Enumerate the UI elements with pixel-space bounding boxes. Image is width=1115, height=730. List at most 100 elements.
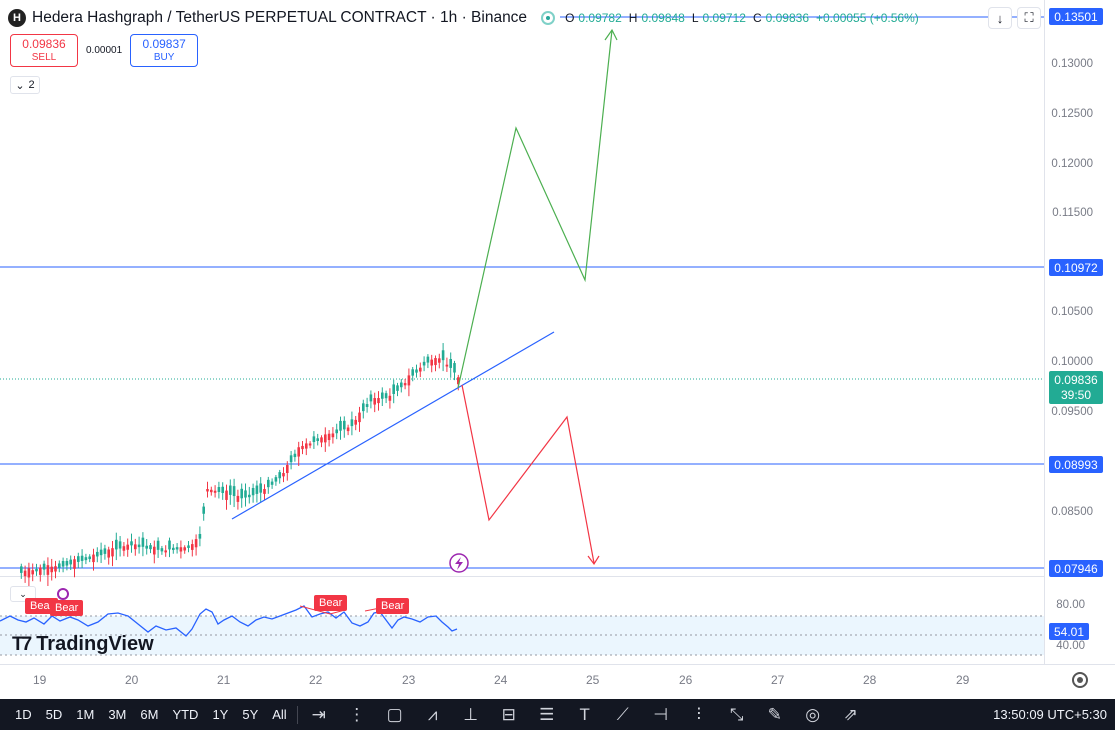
level-tag[interactable]: 0.08993	[1049, 456, 1103, 473]
level-tag[interactable]: 0.13501	[1049, 8, 1103, 25]
range-ytd[interactable]: YTD	[172, 707, 198, 722]
long-position-icon[interactable]: ⊥	[460, 705, 482, 725]
range-all[interactable]: All	[272, 707, 286, 722]
candle-body	[282, 473, 285, 477]
price-tick: 0.13000	[1051, 58, 1093, 70]
range-6m[interactable]: 6M	[140, 707, 158, 722]
price-chart[interactable]	[0, 0, 1115, 699]
trend-line-tool-icon[interactable]: ⟋	[612, 705, 634, 725]
price-tick: 0.11500	[1052, 207, 1093, 219]
settings-gear-icon[interactable]	[1072, 672, 1088, 688]
candle-body	[126, 544, 129, 550]
candle-body	[244, 490, 247, 498]
tradingview-logo[interactable]: T7 TradingView	[12, 633, 154, 656]
price-tick: 0.10500	[1051, 306, 1093, 318]
range-3m[interactable]: 3M	[108, 707, 126, 722]
brush-tool-icon[interactable]: ✎	[764, 705, 786, 725]
candle-body	[61, 560, 65, 567]
ohlc-high-value: 0.09848	[641, 11, 685, 25]
bullish-projection-path	[457, 29, 613, 389]
fib-tool-icon[interactable]: ☰	[536, 705, 558, 725]
candle-body	[339, 420, 342, 431]
path-tool-icon[interactable]: ⤡	[726, 705, 748, 725]
candlestick-series	[20, 343, 460, 587]
sell-button[interactable]: 0.09836 SELL	[10, 34, 78, 67]
pattern-tool-icon[interactable]: ⩘	[422, 705, 444, 725]
current-price: 0.09836	[1054, 373, 1098, 387]
candle-body	[240, 488, 243, 499]
range-1y[interactable]: 1Y	[212, 707, 228, 722]
range-5y[interactable]: 5Y	[242, 707, 258, 722]
eye-icon[interactable]: ◎	[802, 705, 824, 725]
candle-body	[213, 490, 217, 493]
time-tick: 23	[402, 673, 416, 687]
price-tick: 0.08500	[1051, 506, 1093, 518]
candle-body	[373, 398, 376, 405]
bars-pattern-icon[interactable]: ⫶	[688, 705, 710, 725]
price-tick: 0.12000	[1051, 158, 1093, 170]
ohlc-change-value: +0.00055 (+0.56%)	[816, 11, 919, 25]
ohlc-high-key: H	[628, 11, 638, 25]
fullscreen-icon[interactable]: ⛶	[1017, 7, 1041, 29]
candle-body	[400, 382, 403, 388]
candle-body	[42, 563, 46, 570]
symbol-title[interactable]: Hedera Hashgraph / TetherUS PERPETUAL CO…	[32, 9, 527, 27]
candle-body	[369, 394, 373, 402]
toolbar-separator	[296, 705, 298, 724]
candle-body	[350, 419, 354, 427]
bearish-projection-path	[461, 384, 595, 564]
candle-body	[297, 447, 300, 457]
candle-body	[39, 567, 42, 575]
candle-body	[54, 566, 57, 572]
candle-body	[118, 541, 122, 549]
candle-body	[263, 488, 266, 494]
bear-signal-badge: Bear	[314, 595, 348, 611]
arrow-tool-icon[interactable]: ⇗	[840, 705, 862, 725]
candle-body	[221, 486, 224, 494]
candle-body	[236, 495, 240, 502]
candle-body	[73, 559, 76, 569]
candle-body	[229, 485, 232, 495]
candle-body	[441, 350, 445, 361]
time-tick: 28	[863, 673, 877, 687]
trend-line	[231, 331, 555, 520]
candle-body	[194, 539, 198, 548]
buy-button[interactable]: 0.09837 BUY	[130, 34, 199, 67]
candle-body	[286, 464, 289, 474]
candle-body	[96, 551, 99, 557]
goto-date-icon[interactable]: ⇥	[308, 705, 330, 725]
candle-body	[50, 566, 53, 573]
download-icon[interactable]: ↓	[988, 7, 1012, 29]
candle-body	[422, 361, 426, 366]
level-tag[interactable]: 0.10972	[1049, 259, 1103, 276]
range-5d[interactable]: 5D	[46, 707, 63, 722]
range-1m[interactable]: 1M	[76, 707, 94, 722]
measure-tool-icon[interactable]: ⊣	[650, 705, 672, 725]
drag-handle-icon[interactable]: ⋮	[346, 705, 368, 725]
chart-app: H Hedera Hashgraph / TetherUS PERPETUAL …	[0, 0, 1115, 730]
price-tick: 0.10000	[1051, 356, 1093, 368]
range-1d[interactable]: 1D	[15, 707, 32, 722]
candle-body	[354, 419, 357, 425]
level-tag[interactable]: 0.07946	[1049, 560, 1103, 577]
text-tool-icon[interactable]: T	[574, 705, 596, 725]
candle-body	[210, 489, 213, 493]
candle-body	[69, 559, 72, 565]
rectangle-tool-icon[interactable]: ▢	[384, 705, 406, 725]
lightning-event-icon[interactable]	[449, 553, 469, 573]
time-tick: 21	[217, 673, 231, 687]
chart-header: H Hedera Hashgraph / TetherUS PERPETUAL …	[8, 6, 922, 30]
indicators-toggle[interactable]: ⌄ 2	[10, 76, 40, 94]
market-status-icon[interactable]	[541, 11, 556, 25]
time-tick: 27	[771, 673, 785, 687]
candle-body	[103, 548, 107, 554]
indicator-alert-icon[interactable]	[57, 588, 69, 600]
ohlc-close-value: 0.09836	[765, 11, 809, 25]
candle-body	[259, 483, 262, 493]
candle-body	[137, 544, 141, 548]
candle-body	[153, 546, 156, 555]
clock-timezone[interactable]: 13:50:09 UTC+5:30	[993, 707, 1107, 722]
trade-panel: 0.09836 SELL 0.00001 0.09837 BUY	[10, 34, 199, 67]
short-position-icon[interactable]: ⊟	[498, 705, 520, 725]
time-tick: 20	[125, 673, 139, 687]
